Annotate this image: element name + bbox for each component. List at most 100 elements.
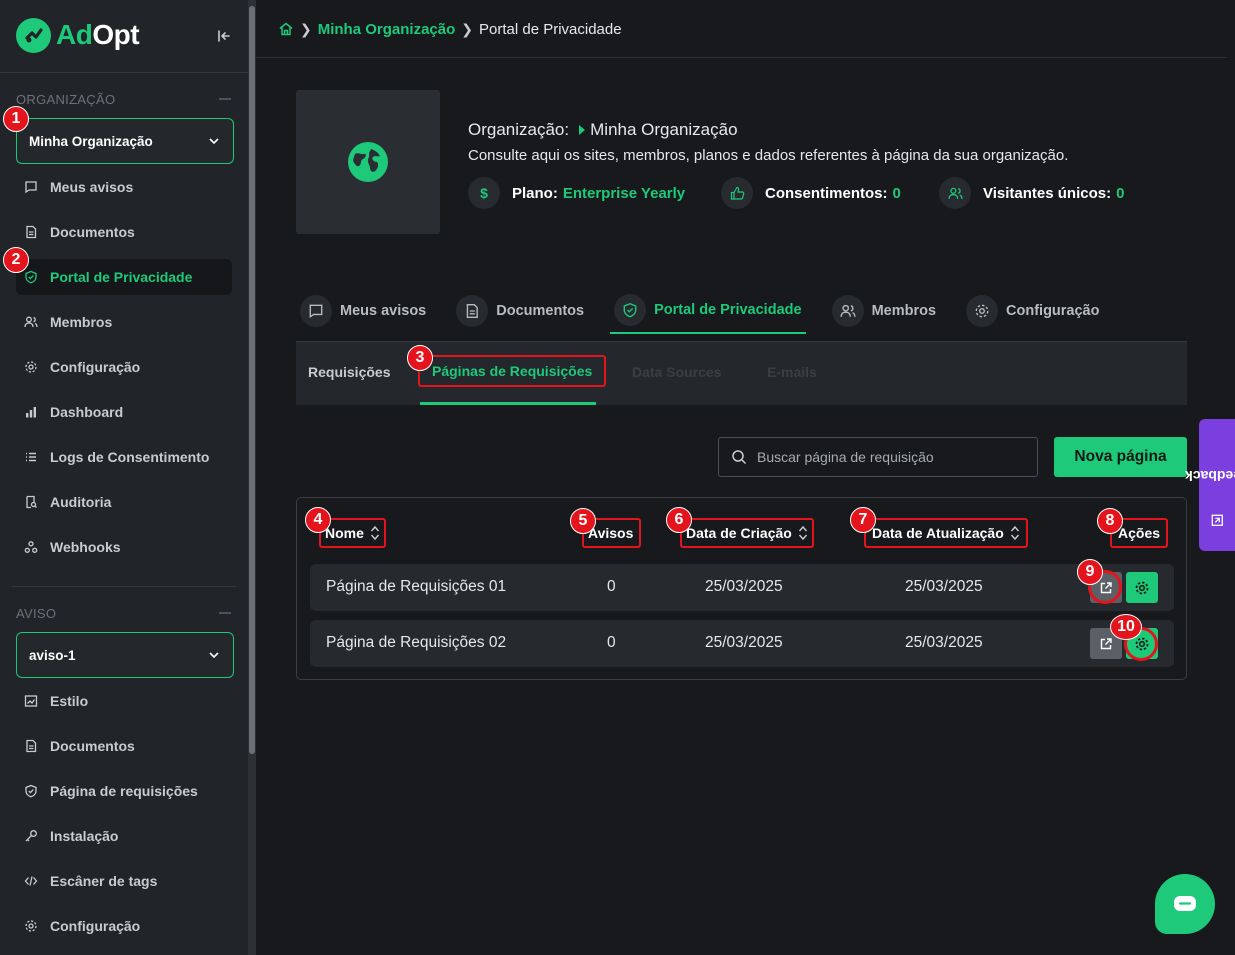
- notice-select[interactable]: aviso-1: [16, 632, 234, 678]
- sort-icon[interactable]: [370, 525, 380, 541]
- org-section-collapse-icon[interactable]: [219, 98, 231, 100]
- message-icon: [25, 181, 37, 194]
- sidebar-item-auditoria[interactable]: Auditoria: [16, 484, 232, 520]
- chevron-down-icon: [209, 652, 219, 658]
- visitors-stat: Visitantes únicos: 0: [939, 176, 1124, 210]
- feedback-tab[interactable]: Feedback: [1185, 419, 1235, 551]
- thumbs-up-icon: [721, 177, 753, 209]
- configure-page-button[interactable]: [1126, 572, 1158, 603]
- external-link-icon: [1100, 637, 1112, 649]
- cell-updated: 25/03/2025: [905, 578, 983, 595]
- scrollbar-thumb[interactable]: [249, 6, 255, 754]
- org-name: Minha Organização: [590, 120, 738, 139]
- sidebar-item-documentos-aviso[interactable]: Documentos: [16, 728, 232, 764]
- annotation-badge-8: 8: [1097, 508, 1123, 534]
- org-description: Consulte aqui os sites, membros, planos …: [468, 147, 1069, 164]
- sidebar-item-estilo[interactable]: Estilo: [16, 683, 232, 719]
- tab-membros[interactable]: Membros: [828, 288, 940, 334]
- gear-icon: [25, 920, 37, 932]
- sidebar-item-instalacao[interactable]: Instalação: [16, 818, 232, 854]
- sidebar-divider: [0, 72, 248, 73]
- brand-name: AdOpt: [56, 19, 140, 50]
- sidebar-item-membros[interactable]: Membros: [16, 304, 232, 340]
- annotation-badge-5: 5: [570, 508, 596, 534]
- style-icon: [24, 695, 38, 707]
- sidebar-item-configuracao-aviso[interactable]: Configuração: [16, 908, 232, 944]
- breadcrumb-org-link[interactable]: Minha Organização: [318, 21, 456, 38]
- cell-created: 25/03/2025: [705, 578, 783, 595]
- notice-select-value: aviso-1: [29, 647, 76, 663]
- tab-configuracao[interactable]: Configuração: [962, 288, 1103, 334]
- sort-icon[interactable]: [1010, 525, 1020, 541]
- column-header-data-de-criacao[interactable]: Data de Criação: [680, 518, 814, 548]
- webhook-icon: [24, 541, 38, 553]
- sidebar-item-escaner-de-tags[interactable]: Escâner de tags: [16, 863, 232, 899]
- sidebar-scrollbar[interactable]: [248, 0, 256, 955]
- cell-notices: 0: [607, 578, 616, 595]
- consents-stat: Consentimentos: 0: [721, 176, 901, 210]
- column-header-data-de-atualizacao[interactable]: Data de Atualização: [864, 518, 1028, 548]
- shield-icon: [25, 270, 37, 284]
- feedback-icon: [1211, 514, 1223, 526]
- plan-stat: $ Plano: Enterprise Yearly: [468, 176, 685, 210]
- users-icon: [831, 295, 864, 327]
- chevron-right-icon: ❯: [300, 20, 312, 37]
- list-icon: [26, 452, 36, 462]
- document-icon: [26, 225, 37, 239]
- requests-pages-table: Nome Avisos Data de Criação Data de Atua…: [296, 497, 1187, 680]
- org-title: Organização: Minha Organização: [468, 120, 738, 139]
- cell-name: Página de Requisições 02: [326, 634, 507, 651]
- new-page-button[interactable]: Nova página: [1054, 437, 1187, 477]
- annotation-badge-3: 3: [407, 345, 433, 371]
- breadcrumb-current: Portal de Privacidade: [479, 20, 622, 38]
- shield-icon: [25, 784, 37, 798]
- gear-icon: [1135, 581, 1149, 594]
- header-divider: [256, 57, 1227, 58]
- search-box[interactable]: [718, 437, 1038, 477]
- tab-documentos[interactable]: Documentos: [452, 288, 588, 334]
- cell-name: Página de Requisições 01: [326, 578, 507, 595]
- globe-icon: [348, 142, 388, 182]
- sidebar-item-logs-de-consentimento[interactable]: Logs de Consentimento: [16, 439, 232, 475]
- annotation-badge-2: 2: [3, 247, 29, 273]
- subtab-emails[interactable]: E-mails: [767, 364, 817, 380]
- annotation-box-1: [15, 118, 234, 165]
- notice-section-title: AVISO: [16, 606, 57, 621]
- sidebar-item-configuracao[interactable]: Configuração: [16, 349, 232, 385]
- subtab-paginas-de-requisicoes[interactable]: Páginas de Requisições: [417, 355, 607, 387]
- tab-meus-avisos[interactable]: Meus avisos: [296, 288, 430, 334]
- subtab-requisicoes[interactable]: Requisições: [308, 364, 390, 380]
- collapse-sidebar-icon[interactable]: [214, 26, 234, 46]
- chat-icon: [1174, 896, 1196, 911]
- annotation-badge-4: 4: [305, 507, 331, 533]
- home-icon[interactable]: [278, 21, 294, 37]
- chat-button[interactable]: [1155, 874, 1215, 934]
- sidebar-item-dashboard[interactable]: Dashboard: [16, 394, 232, 430]
- users-icon: [24, 316, 38, 328]
- document-icon: [26, 739, 37, 753]
- annotation-badge-6: 6: [666, 507, 692, 533]
- table-row: Página de Requisições 01 0 25/03/2025 25…: [310, 564, 1174, 611]
- sidebar-item-webhooks[interactable]: Webhooks: [16, 529, 232, 565]
- sort-icon[interactable]: [798, 525, 808, 541]
- org-avatar: [296, 90, 440, 234]
- sidebar-item-meus-avisos[interactable]: Meus avisos: [16, 169, 232, 205]
- gear-icon: [25, 361, 37, 373]
- sidebar-item-portal-de-privacidade[interactable]: Portal de Privacidade: [16, 259, 232, 295]
- sidebar-item-pagina-de-requisicoes[interactable]: Página de requisições: [16, 773, 232, 809]
- message-icon: [300, 295, 332, 327]
- gear-icon: [966, 295, 999, 327]
- subtab-data-sources[interactable]: Data Sources: [632, 364, 721, 380]
- annotation-badge-1: 1: [3, 106, 29, 132]
- sidebar-item-documentos[interactable]: Documentos: [16, 214, 232, 250]
- brand-logo[interactable]: AdOpt: [16, 16, 140, 54]
- sidebar-divider: [12, 586, 236, 587]
- annotation-badge-10: 10: [1110, 614, 1142, 640]
- notice-section-collapse-icon[interactable]: [219, 612, 231, 614]
- column-header-nome[interactable]: Nome: [319, 518, 386, 548]
- search-icon: [732, 450, 747, 465]
- search-input[interactable]: [757, 449, 1017, 465]
- audit-icon: [26, 495, 37, 509]
- cell-created: 25/03/2025: [705, 634, 783, 651]
- tab-portal-de-privacidade[interactable]: Portal de Privacidade: [610, 288, 806, 334]
